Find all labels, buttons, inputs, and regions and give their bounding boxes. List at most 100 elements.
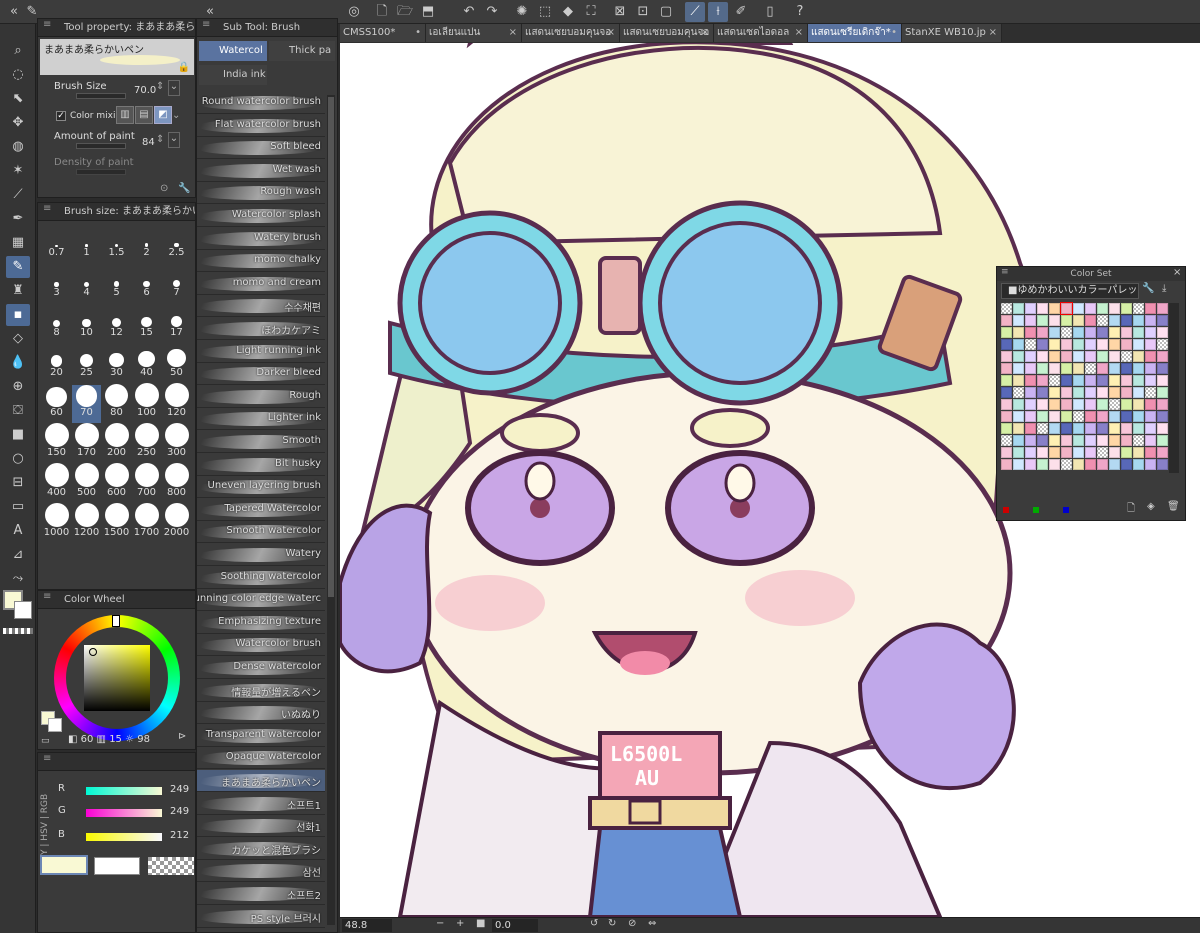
brush-size-option[interactable]: 4 — [72, 265, 101, 303]
subtool-tab-watercolor[interactable]: Watercol — [199, 41, 267, 61]
pattern-icon[interactable]: ▦ — [6, 232, 30, 254]
transparent-chip[interactable] — [148, 857, 194, 875]
new-file-icon[interactable]: 🗋 — [372, 2, 392, 22]
subtool-item[interactable]: PS style 브러시 — [197, 905, 325, 928]
color-swatch[interactable] — [1097, 435, 1108, 446]
replace-color-icon[interactable]: ◈ — [1147, 501, 1155, 512]
color-swatch[interactable] — [1073, 387, 1084, 398]
color-swatch[interactable] — [1085, 363, 1096, 374]
hsv-tab[interactable]: HSV — [40, 822, 50, 841]
color-swatch[interactable] — [1157, 459, 1168, 470]
magic-wand-icon[interactable]: ✶ — [6, 160, 30, 182]
brush-size-option[interactable]: 400 — [42, 463, 71, 503]
color-mixing-checkbox[interactable]: ✓ — [56, 111, 66, 121]
mix-mode-1-icon[interactable]: ▥ — [116, 106, 134, 124]
subtool-item[interactable]: Light running ink — [197, 340, 325, 363]
color-swatch[interactable] — [1013, 303, 1024, 314]
color-swatch[interactable] — [1157, 447, 1168, 458]
blend-icon[interactable]: 💧 — [6, 352, 30, 374]
color-swatch[interactable] — [1097, 315, 1108, 326]
select-icon[interactable]: ⬚ — [535, 2, 555, 22]
doc-tab[interactable]: แสดนเซยบอมคุนจอ × — [522, 24, 620, 42]
subtool-item[interactable]: Lighter ink — [197, 408, 325, 431]
deselect-icon[interactable]: ⊠ — [610, 2, 630, 22]
subtool-item[interactable]: momo chalky — [197, 250, 325, 273]
brush-size-option[interactable]: 1500 — [102, 503, 131, 543]
figure-icon[interactable]: ○ — [6, 448, 30, 470]
brush-size-option[interactable]: 1700 — [132, 503, 161, 543]
brush-size-option[interactable]: 150 — [42, 423, 71, 463]
doc-tab[interactable]: CMSS100* • — [340, 24, 426, 42]
subtool-item[interactable]: momo and cream — [197, 272, 325, 295]
mix-dropdown-icon[interactable]: ⌄ — [172, 110, 180, 121]
rotate-right-icon[interactable]: ↻ — [608, 918, 616, 929]
color-swatch[interactable] — [1013, 375, 1024, 386]
color-swatch[interactable] — [1097, 423, 1108, 434]
color-swatch[interactable] — [1013, 411, 1024, 422]
color-swatch[interactable] — [1085, 303, 1096, 314]
color-swatch[interactable] — [1157, 327, 1168, 338]
color-swatch[interactable] — [1085, 351, 1096, 362]
brush-size-option[interactable]: 7 — [162, 265, 191, 303]
color-swatch[interactable] — [1121, 447, 1132, 458]
r-slider[interactable] — [86, 787, 162, 795]
color-swatch[interactable] — [1061, 447, 1072, 458]
color-swatch[interactable] — [1121, 375, 1132, 386]
color-swatch[interactable] — [1061, 351, 1072, 362]
subtool-item[interactable]: Soothing watercolor — [197, 566, 325, 589]
color-swatch[interactable] — [1145, 315, 1156, 326]
subtool-item[interactable]: Opaque watercolor — [197, 747, 325, 770]
add-color-icon[interactable]: 🗋 — [1127, 501, 1135, 518]
help-icon[interactable]: ? — [790, 2, 810, 22]
color-swatch[interactable] — [1109, 435, 1120, 446]
brush-size-option[interactable]: 10 — [72, 305, 101, 343]
color-swatch[interactable] — [1013, 423, 1024, 434]
color-swatch[interactable] — [1073, 411, 1084, 422]
color-swatch[interactable] — [1157, 339, 1168, 350]
subtool-item[interactable]: Rough — [197, 385, 325, 408]
subtool-item[interactable]: Running color edge waterc — [197, 589, 325, 612]
close-tab-icon[interactable]: • — [415, 24, 421, 42]
amount-slider[interactable] — [76, 143, 126, 149]
color-swatch[interactable] — [1001, 351, 1012, 362]
color-swatch[interactable] — [1157, 411, 1168, 422]
subtool-item[interactable]: Round watercolor brush — [197, 92, 325, 114]
color-swatch[interactable] — [1145, 423, 1156, 434]
brush-size-option[interactable]: 2.5 — [162, 225, 191, 263]
palette-dropdown[interactable]: ■ゆめかわいいカラーパレット — [1001, 283, 1139, 299]
close-icon[interactable]: × — [1173, 267, 1181, 278]
color-swatch[interactable] — [1013, 363, 1024, 374]
fill-icon[interactable]: ◆ — [558, 2, 578, 22]
hue-marker[interactable] — [112, 615, 120, 627]
color-swatch[interactable] — [1145, 447, 1156, 458]
color-swatch[interactable] — [1061, 435, 1072, 446]
selection-icon[interactable]: ◍ — [6, 136, 30, 158]
color-swatch[interactable] — [1025, 387, 1036, 398]
zoom-slider-thumb[interactable]: ■ — [476, 918, 485, 929]
color-swatch[interactable] — [1025, 363, 1036, 374]
zoom-out-icon[interactable]: − — [436, 918, 444, 929]
color-swatch[interactable] — [1025, 435, 1036, 446]
color-swatch[interactable] — [1157, 351, 1168, 362]
stroke-icon[interactable]: ✐ — [731, 2, 751, 22]
sub-color-chip[interactable] — [94, 857, 140, 875]
color-swatch[interactable] — [1073, 327, 1084, 338]
color-swatch[interactable] — [1133, 399, 1144, 410]
brush-size-option[interactable]: 1 — [72, 225, 101, 263]
color-swatch[interactable] — [1060, 302, 1073, 315]
color-swatch[interactable] — [1073, 435, 1084, 446]
close-tab-icon[interactable]: × — [989, 24, 997, 42]
color-swatch[interactable] — [1073, 303, 1084, 314]
color-swatch[interactable] — [1085, 447, 1096, 458]
subtool-item[interactable]: Watercolor splash — [197, 205, 325, 227]
color-swatch[interactable] — [1025, 315, 1036, 326]
color-swatch[interactable] — [1145, 399, 1156, 410]
density-slider[interactable] — [76, 169, 126, 175]
rotation-value[interactable]: 0.0 — [492, 919, 538, 932]
color-swatch[interactable] — [1109, 375, 1120, 386]
smartphone-icon[interactable]: ▯ — [760, 2, 780, 22]
color-swatch[interactable] — [1085, 435, 1096, 446]
close-tab-icon[interactable]: × — [509, 24, 517, 42]
menu-arrow-icon[interactable]: « — [4, 2, 24, 22]
brush-size-option[interactable]: 70 — [72, 385, 101, 423]
